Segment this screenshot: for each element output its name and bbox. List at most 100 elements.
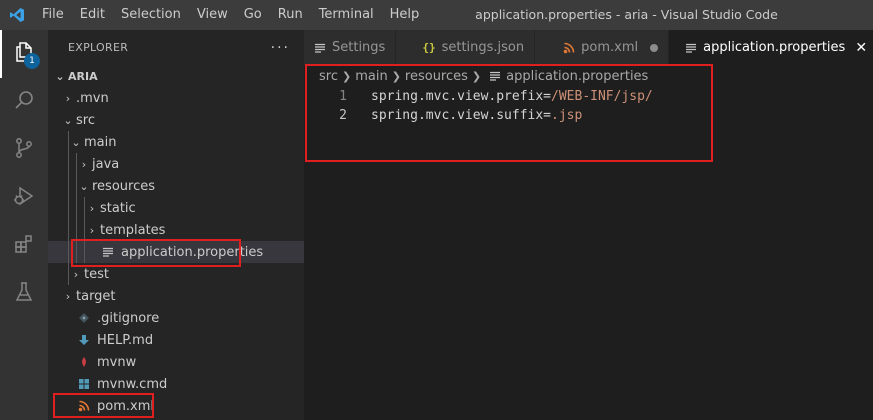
explorer-badge: 1 (24, 53, 40, 69)
breadcrumb: src ❯ main ❯ resources ❯ application.pro… (304, 65, 648, 87)
tree-item-label: application.properties (121, 244, 264, 260)
tree-item-java[interactable]: › java (48, 153, 304, 175)
indent-guide (68, 131, 69, 153)
tree-item-label: main (84, 134, 117, 150)
line-number: 1 (339, 89, 347, 104)
tree-item-templates[interactable]: › templates (48, 219, 304, 241)
menu-run[interactable]: Run (270, 0, 311, 30)
tree-item-label: mvnw (97, 354, 137, 370)
run-debug-activity-button[interactable] (0, 174, 48, 222)
tree-item-label: .gitignore (97, 310, 160, 326)
explorer-activity-button[interactable]: 1 (0, 30, 48, 78)
tab-settings[interactable]: Settings (304, 30, 397, 65)
menu-edit[interactable]: Edit (72, 0, 113, 30)
menu-bar: File Edit Selection View Go Run Terminal… (34, 0, 427, 30)
tree-item-label: ARIA (68, 69, 98, 83)
chevron-right-icon: › (81, 157, 87, 171)
source-control-icon (12, 136, 36, 164)
menu-help[interactable]: Help (382, 0, 428, 30)
search-activity-button[interactable] (0, 78, 48, 126)
chevron-right-icon: ❯ (391, 69, 401, 83)
ruby-icon (76, 354, 92, 370)
breadcrumb-item[interactable]: resources (405, 69, 468, 84)
tab-label: application.properties (703, 40, 846, 55)
code-editor[interactable]: 1 spring.mvc.view.prefix=/WEB-INF/jsp/ 2… (304, 87, 873, 420)
editor-tabs: Settings {} settings.json pom.xml applic… (304, 30, 873, 65)
line-number: 2 (339, 108, 347, 123)
chevron-down-icon: ⌄ (63, 113, 73, 127)
lines-icon (100, 244, 116, 260)
unsaved-dot-icon[interactable] (650, 43, 659, 52)
tree-item-label: pom.xml (97, 398, 154, 414)
search-icon (12, 88, 36, 116)
indent-guide (68, 219, 69, 241)
menu-go[interactable]: Go (236, 0, 270, 30)
menu-file[interactable]: File (34, 0, 72, 30)
tree-item-mvnw-cmd[interactable]: mvnw.cmd (48, 373, 304, 395)
breadcrumb-item[interactable]: application.properties (506, 69, 648, 84)
tab-settings-json[interactable]: {} settings.json (396, 30, 536, 65)
property-value: /WEB-INF/jsp/ (551, 89, 653, 104)
indent-guide (84, 219, 85, 241)
menu-terminal[interactable]: Terminal (311, 0, 382, 30)
indent-guide (76, 175, 77, 197)
tree-item-main[interactable]: ⌄ main (48, 131, 304, 153)
tab-label: Settings (332, 40, 386, 55)
chevron-right-icon: › (73, 267, 79, 281)
testing-activity-button[interactable] (0, 270, 48, 318)
tree-item-label: target (76, 288, 116, 304)
chevron-right-icon: › (89, 201, 95, 215)
tree-item-label: HELP.md (97, 332, 154, 348)
breadcrumb-item[interactable]: src (319, 69, 338, 84)
more-actions-button[interactable]: ··· (271, 40, 290, 56)
code-text[interactable]: spring.mvc.view.prefix=/WEB-INF/jsp/ (371, 89, 653, 104)
chevron-down-icon: ⌄ (79, 179, 89, 193)
markdown-icon (76, 332, 92, 348)
extensions-activity-button[interactable] (0, 222, 48, 270)
tree-item-help-md[interactable]: HELP.md (48, 329, 304, 351)
tree-item-resources[interactable]: ⌄ resources (48, 175, 304, 197)
chevron-right-icon: › (65, 289, 71, 303)
property-value: .jsp (551, 108, 583, 123)
menu-selection[interactable]: Selection (113, 0, 189, 30)
tree-item-src[interactable]: ⌄ src (48, 109, 304, 131)
indent-guide (68, 153, 69, 175)
close-icon[interactable]: ✕ (855, 40, 867, 56)
breadcrumb-item[interactable]: main (355, 69, 387, 84)
code-text[interactable]: spring.mvc.view.suffix=.jsp (371, 108, 582, 123)
indent-guide (68, 263, 69, 285)
tree-item-label: resources (92, 178, 156, 194)
chevron-right-icon: ❯ (341, 69, 352, 83)
lines-icon (489, 70, 501, 82)
menu-view[interactable]: View (189, 0, 236, 30)
indent-guide (76, 153, 77, 175)
tree-item-pom-xml[interactable]: pom.xml (48, 395, 304, 417)
indent-guide (68, 241, 69, 263)
tab-pom-xml[interactable]: pom.xml (535, 30, 670, 65)
tab-application-properties[interactable]: application.properties ✕ (669, 30, 873, 65)
tree-item-label: .mvn (76, 90, 109, 106)
chevron-down-icon: ⌄ (55, 69, 65, 83)
code-line[interactable]: 2 spring.mvc.view.suffix=.jsp (304, 106, 873, 125)
tree-item-gitignore[interactable]: .gitignore (48, 307, 304, 329)
tree-item-target[interactable]: › target (48, 285, 304, 307)
explorer-header: EXPLORER ··· (48, 30, 304, 65)
lines-icon (685, 42, 697, 54)
tree-item-aria[interactable]: ⌄ ARIA (48, 65, 304, 87)
indent-guide (68, 197, 69, 219)
tree-item-mvnw[interactable]: mvnw (48, 351, 304, 373)
explorer-sidebar: EXPLORER ··· ⌄ ARIA › .mvn ⌄ src ⌄ main › java ⌄ re… (48, 30, 304, 420)
vscode-logo-icon (0, 0, 34, 30)
windows-icon (76, 376, 92, 392)
tree-item-mvn[interactable]: › .mvn (48, 87, 304, 109)
tree-item-static[interactable]: › static (48, 197, 304, 219)
json-icon: {} (422, 41, 436, 54)
extensions-icon (12, 232, 36, 260)
tree-item-test[interactable]: › test (48, 263, 304, 285)
tree-item-application-properties[interactable]: application.properties (48, 241, 304, 263)
source-control-activity-button[interactable] (0, 126, 48, 174)
indent-guide (68, 175, 69, 197)
testing-icon (12, 280, 36, 308)
code-line[interactable]: 1 spring.mvc.view.prefix=/WEB-INF/jsp/ (304, 87, 873, 106)
tree-item-label: static (100, 200, 136, 216)
